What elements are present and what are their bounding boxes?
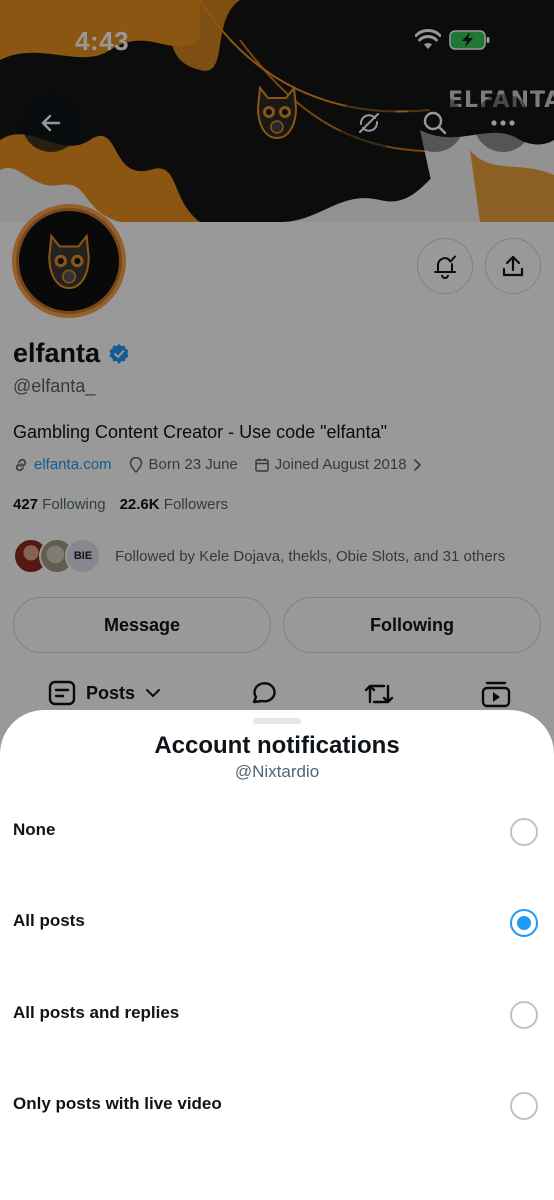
notification-option-live-video[interactable]: Only posts with live video [0, 1076, 554, 1136]
radio-button[interactable] [510, 1092, 538, 1120]
option-label: All posts and replies [13, 1003, 180, 1022]
option-label: Only posts with live video [13, 1094, 222, 1113]
notification-option-all-posts-and-replies[interactable]: All posts and replies [0, 985, 554, 1045]
radio-button[interactable] [510, 818, 538, 846]
sheet-subtitle: @Nixtardio [234, 762, 320, 781]
option-label: All posts [13, 911, 85, 930]
notification-option-none[interactable]: None [0, 802, 554, 862]
sheet-grabber-handle[interactable] [253, 718, 301, 724]
option-label: None [13, 820, 56, 839]
radio-button-selected[interactable] [510, 909, 538, 937]
radio-button[interactable] [510, 1001, 538, 1029]
account-notifications-sheet: Account notifications @Nixtardio None Al… [0, 710, 554, 1200]
sheet-title: Account notifications [154, 732, 400, 759]
notification-option-all-posts[interactable]: All posts [0, 893, 554, 953]
